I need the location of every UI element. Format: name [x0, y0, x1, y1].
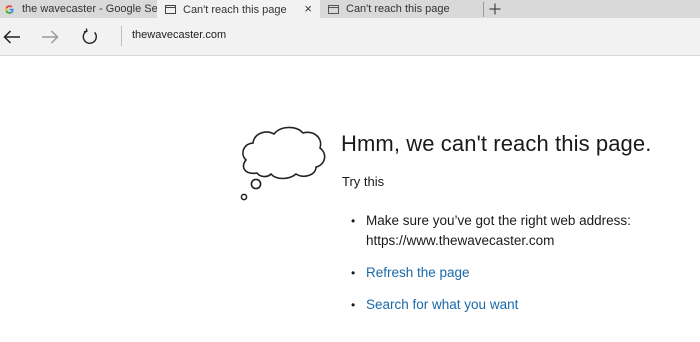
page-icon	[165, 4, 176, 15]
tab-title: Can't reach this page	[346, 3, 450, 15]
tab-title: Can't reach this page	[183, 3, 287, 16]
address-bar[interactable]: thewavecaster.com	[132, 29, 226, 41]
refresh-button[interactable]	[79, 26, 101, 48]
bullet: •	[351, 214, 356, 228]
bullet: •	[351, 298, 356, 312]
tab-cant-reach[interactable]: Can't reach this page	[320, 0, 483, 18]
tab-title: the wavecaster - Google Se	[22, 3, 157, 15]
bullet: •	[351, 266, 356, 280]
address-divider	[121, 26, 122, 46]
back-button[interactable]	[1, 26, 23, 48]
suggestion-list: • Make sure you’ve got the right web add…	[342, 211, 682, 315]
refresh-icon	[82, 28, 97, 44]
thought-cloud-icon	[240, 126, 326, 201]
navigation-bar: thewavecaster.com	[0, 18, 700, 56]
tab-google-search[interactable]: the wavecaster - Google Se	[0, 0, 157, 18]
web-address-text: https://www.thewavecaster.com	[366, 233, 555, 248]
check-address-text: Make sure you’ve got the right web addre…	[366, 213, 631, 228]
page-title: Hmm, we can't reach this page.	[341, 131, 652, 156]
suggestion-check-address: • Make sure you’ve got the right web add…	[342, 211, 682, 263]
suggestion-refresh: • Refresh the page	[342, 263, 682, 295]
plus-icon	[489, 3, 501, 15]
google-g-icon	[4, 4, 15, 15]
page-icon	[328, 4, 339, 15]
close-tab-icon[interactable]: ×	[304, 1, 312, 17]
tab-separator	[483, 2, 484, 17]
new-tab-button[interactable]	[486, 0, 504, 18]
forward-button[interactable]	[39, 26, 61, 48]
tab-cant-reach-active[interactable]: Can't reach this page ×	[157, 0, 320, 19]
try-this-label: Try this	[342, 174, 385, 189]
tab-strip: the wavecaster - Google Se Can't reach t…	[0, 0, 700, 19]
suggestion-search: • Search for what you want	[342, 295, 682, 315]
refresh-page-link[interactable]: Refresh the page	[366, 265, 470, 280]
search-link[interactable]: Search for what you want	[366, 297, 518, 312]
forward-arrow-icon	[42, 30, 59, 44]
back-arrow-icon	[3, 30, 20, 44]
